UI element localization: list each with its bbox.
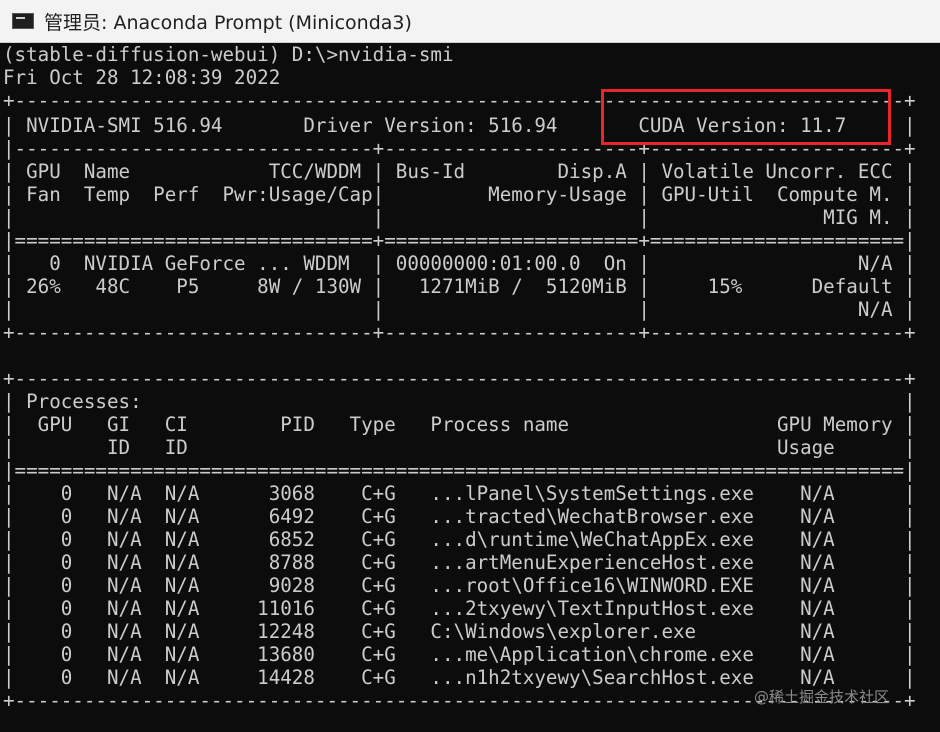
- table-border: +-------------------------------+-------…: [3, 321, 916, 344]
- watermark: @稀土掘金技术社区: [754, 688, 890, 706]
- process-row: | 0 N/A N/A 6852 C+G ...d\runtime\WeChat…: [3, 528, 916, 551]
- gpu-header-3: | | | MIG M. |: [3, 206, 916, 229]
- gpu-row-1: | 0 NVIDIA GeForce ... WDDM | 00000000:0…: [3, 252, 916, 275]
- processes-title: | Processes: |: [3, 390, 916, 413]
- table-border: +---------------------------------------…: [3, 367, 916, 390]
- process-row: | 0 N/A N/A 8788 C+G ...artMenuExperienc…: [3, 551, 916, 574]
- table-divider: |=======================================…: [3, 459, 916, 482]
- table-divider: |===============================+=======…: [3, 229, 916, 252]
- prompt-line: (stable-diffusion-webui) D:\>nvidia-smi: [3, 43, 454, 66]
- process-row: | 0 N/A N/A 9028 C+G ...root\Office16\WI…: [3, 574, 916, 597]
- gpu-header-1: | GPU Name TCC/WDDM | Bus-Id Disp.A | Vo…: [3, 160, 916, 183]
- process-row: | 0 N/A N/A 11016 C+G ...2txyewy\TextInp…: [3, 597, 916, 620]
- process-row: | 0 N/A N/A 13680 C+G ...me\Application\…: [3, 643, 916, 666]
- timestamp-line: Fri Oct 28 12:08:39 2022: [3, 66, 281, 89]
- gpu-row-3: | | | N/A |: [3, 298, 916, 321]
- terminal-output[interactable]: (stable-diffusion-webui) D:\>nvidia-smi …: [0, 43, 940, 732]
- console-icon: [12, 13, 34, 29]
- window-titlebar: 管理员: Anaconda Prompt (Miniconda3): [0, 0, 940, 43]
- process-row: | 0 N/A N/A 12248 C+G C:\Windows\explore…: [3, 620, 916, 643]
- gpu-row-2: | 26% 48C P5 8W / 130W | 1271MiB / 5120M…: [3, 275, 916, 298]
- gpu-header-2: | Fan Temp Perf Pwr:Usage/Cap| Memory-Us…: [3, 183, 916, 206]
- process-row: | 0 N/A N/A 6492 C+G ...tracted\WechatBr…: [3, 505, 916, 528]
- window-title: 管理员: Anaconda Prompt (Miniconda3): [44, 11, 412, 34]
- processes-header-1: | GPU GI CI PID Type Process name GPU Me…: [3, 413, 916, 436]
- cuda-version-highlight: [601, 89, 891, 145]
- processes-header-2: | ID ID Usage |: [3, 436, 916, 459]
- process-row: | 0 N/A N/A 3068 C+G ...lPanel\SystemSet…: [3, 482, 916, 505]
